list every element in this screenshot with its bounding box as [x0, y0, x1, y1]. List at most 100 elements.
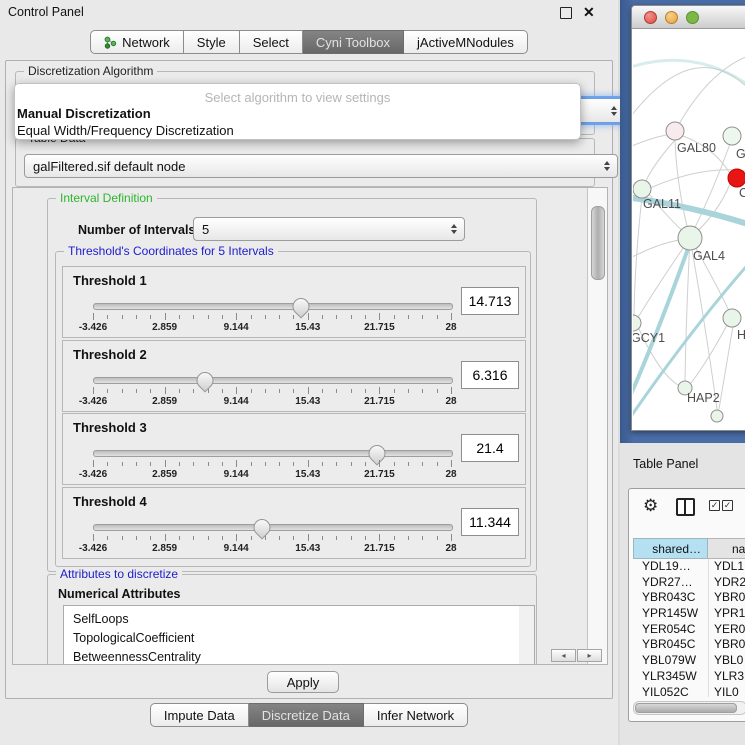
apply-button[interactable]: Apply — [267, 671, 339, 693]
table-cell-name[interactable]: YBR0 — [708, 637, 745, 653]
threshold-value-field[interactable]: 11.344 — [461, 508, 519, 536]
tick-label: 2.859 — [152, 396, 177, 407]
network-edge[interactable] — [690, 144, 730, 238]
settings-vertical-scrollbar[interactable] — [587, 188, 607, 664]
network-edge[interactable] — [675, 141, 690, 238]
attribute-list-item[interactable]: SelfLoops — [64, 610, 520, 629]
table-cell-shared-name[interactable]: YBR045C — [633, 637, 708, 653]
table-cell-name[interactable]: YBR0 — [708, 590, 745, 606]
column-header-name[interactable]: na — [708, 538, 745, 559]
network-edge[interactable] — [633, 135, 666, 149]
network-edge[interactable] — [646, 140, 675, 181]
scroll-right-button[interactable]: ▸ — [577, 649, 602, 662]
table-cell-shared-name[interactable]: YIL052C — [633, 685, 708, 698]
tab-select[interactable]: Select — [240, 30, 303, 54]
tick-label: 9.144 — [224, 543, 249, 554]
table-cell-shared-name[interactable]: YDR27… — [633, 575, 708, 591]
algorithm-option-manual[interactable]: Manual Discretization — [15, 105, 580, 122]
network-edge[interactable] — [637, 238, 690, 319]
algorithm-option-equal-width[interactable]: Equal Width/Frequency Discretization — [15, 122, 580, 139]
bottom-tab-infer-network[interactable]: Infer Network — [364, 703, 468, 727]
threshold-slider-3[interactable]: -3.4262.8599.14415.4321.71528 — [93, 450, 451, 480]
tab-style[interactable]: Style — [184, 30, 240, 54]
table-cell-name[interactable]: YBL0 — [708, 653, 745, 669]
tick-label: -3.426 — [79, 469, 107, 480]
tab-cyni-toolbox[interactable]: Cyni Toolbox — [303, 30, 404, 54]
table-data-combobox[interactable]: galFiltered.sif default node — [24, 154, 618, 178]
tab-jactivemnodules[interactable]: jActiveMNodules — [404, 30, 528, 54]
table-cell-name[interactable]: YDR2 — [708, 575, 745, 591]
float-window-icon[interactable] — [560, 7, 572, 19]
network-edge[interactable] — [719, 326, 733, 409]
attributes-list-scrollbar[interactable] — [519, 605, 535, 665]
network-node-gal4[interactable] — [678, 226, 702, 250]
table-cell-shared-name[interactable]: YER054C — [633, 622, 708, 638]
threshold-slider-4[interactable]: -3.4262.8599.14415.4321.71528 — [93, 524, 451, 554]
table-row: YPR145WYPR1 — [633, 606, 745, 622]
slider-track — [93, 524, 453, 531]
network-node-gal11[interactable] — [633, 180, 651, 198]
checkbox-icon[interactable]: ✓ — [709, 500, 720, 511]
table-settings-gear-icon[interactable]: ⚙ — [643, 496, 658, 516]
threshold-value-field[interactable]: 14.713 — [461, 287, 519, 315]
table-cell-name[interactable]: YIL0 — [708, 685, 745, 698]
threshold-panel-4: Threshold 4-3.4262.8599.14415.4321.71528… — [62, 487, 526, 559]
attribute-list-item[interactable]: BetweennessCentrality — [64, 648, 520, 665]
attributes-group-title: Attributes to discretize — [56, 567, 182, 581]
table-row: YDR27…YDR2 — [633, 575, 745, 591]
network-node-gal80[interactable] — [666, 122, 684, 140]
table-cell-name[interactable]: YPR1 — [708, 606, 745, 622]
network-canvas[interactable]: GAL80GACGAL11GAL4GCY1HHAP2 — [633, 29, 745, 428]
threshold-label: Threshold 2 — [73, 347, 147, 362]
table-cell-name[interactable]: YLR3 — [708, 669, 745, 685]
network-edge[interactable] — [633, 240, 679, 261]
network-node[interactable] — [711, 410, 723, 422]
table-cell-shared-name[interactable]: YBL079W — [633, 653, 708, 669]
tick-label: 2.859 — [152, 543, 177, 554]
network-edge[interactable] — [633, 67, 745, 124]
minimize-window-icon[interactable] — [665, 11, 678, 24]
checkbox-icon[interactable]: ✓ — [722, 500, 733, 511]
network-edge[interactable] — [690, 238, 717, 409]
column-header-shared-name[interactable]: shared… — [633, 538, 708, 559]
table-row: YBR043CYBR0 — [633, 590, 745, 606]
bottom-tab-discretize-data[interactable]: Discretize Data — [249, 703, 364, 727]
network-node-label: GAL4 — [693, 249, 725, 263]
table-row: YDL19…YDL1 — [633, 559, 745, 575]
network-node-h[interactable] — [723, 309, 741, 327]
threshold-value-field[interactable]: 21.4 — [461, 434, 519, 462]
threshold-slider-1[interactable]: -3.4262.8599.14415.4321.71528 — [93, 303, 451, 333]
network-window-titlebar[interactable] — [632, 6, 745, 29]
table-cell-shared-name[interactable]: YDL19… — [633, 559, 708, 575]
network-node-gcy1[interactable] — [633, 315, 641, 331]
network-node-c[interactable] — [728, 169, 745, 187]
slider-ticks — [93, 313, 451, 321]
network-edge[interactable] — [633, 60, 745, 87]
table-cell-shared-name[interactable]: YBR043C — [633, 590, 708, 606]
zoom-window-icon[interactable] — [686, 11, 699, 24]
threshold-panel-1: Threshold 1-3.4262.8599.14415.4321.71528… — [62, 266, 526, 338]
table-horizontal-scrollbar[interactable] — [633, 701, 745, 715]
network-node-label: H — [737, 328, 745, 342]
scrollbar-thumb[interactable] — [635, 703, 737, 713]
network-graph[interactable]: GAL80GACGAL11GAL4GCY1HHAP2 — [633, 29, 745, 428]
tab-network[interactable]: Network — [90, 30, 184, 54]
threshold-value-field[interactable]: 6.316 — [461, 361, 519, 389]
scroll-left-button[interactable]: ◂ — [551, 649, 576, 662]
attribute-list-item[interactable]: TopologicalCoefficient — [64, 629, 520, 648]
close-window-icon[interactable] — [644, 11, 657, 24]
column-split-icon[interactable] — [676, 498, 695, 516]
network-edge[interactable] — [633, 243, 690, 403]
number-of-intervals-combobox[interactable]: 5 — [193, 217, 465, 241]
close-panel-icon[interactable]: ✕ — [583, 4, 595, 21]
tick-label: 21.715 — [364, 469, 395, 480]
tick-label: 15.43 — [295, 543, 320, 554]
table-cell-name[interactable]: YDL1 — [708, 559, 745, 575]
table-cell-shared-name[interactable]: YLR345W — [633, 669, 708, 685]
table-cell-name[interactable]: YER0 — [708, 622, 745, 638]
bottom-tab-impute-data[interactable]: Impute Data — [150, 703, 249, 727]
table-cell-shared-name[interactable]: YPR145W — [633, 606, 708, 622]
threshold-slider-2[interactable]: -3.4262.8599.14415.4321.71528 — [93, 377, 451, 407]
network-node-ga[interactable] — [723, 127, 741, 145]
scrollbar-thumb[interactable] — [591, 206, 605, 280]
